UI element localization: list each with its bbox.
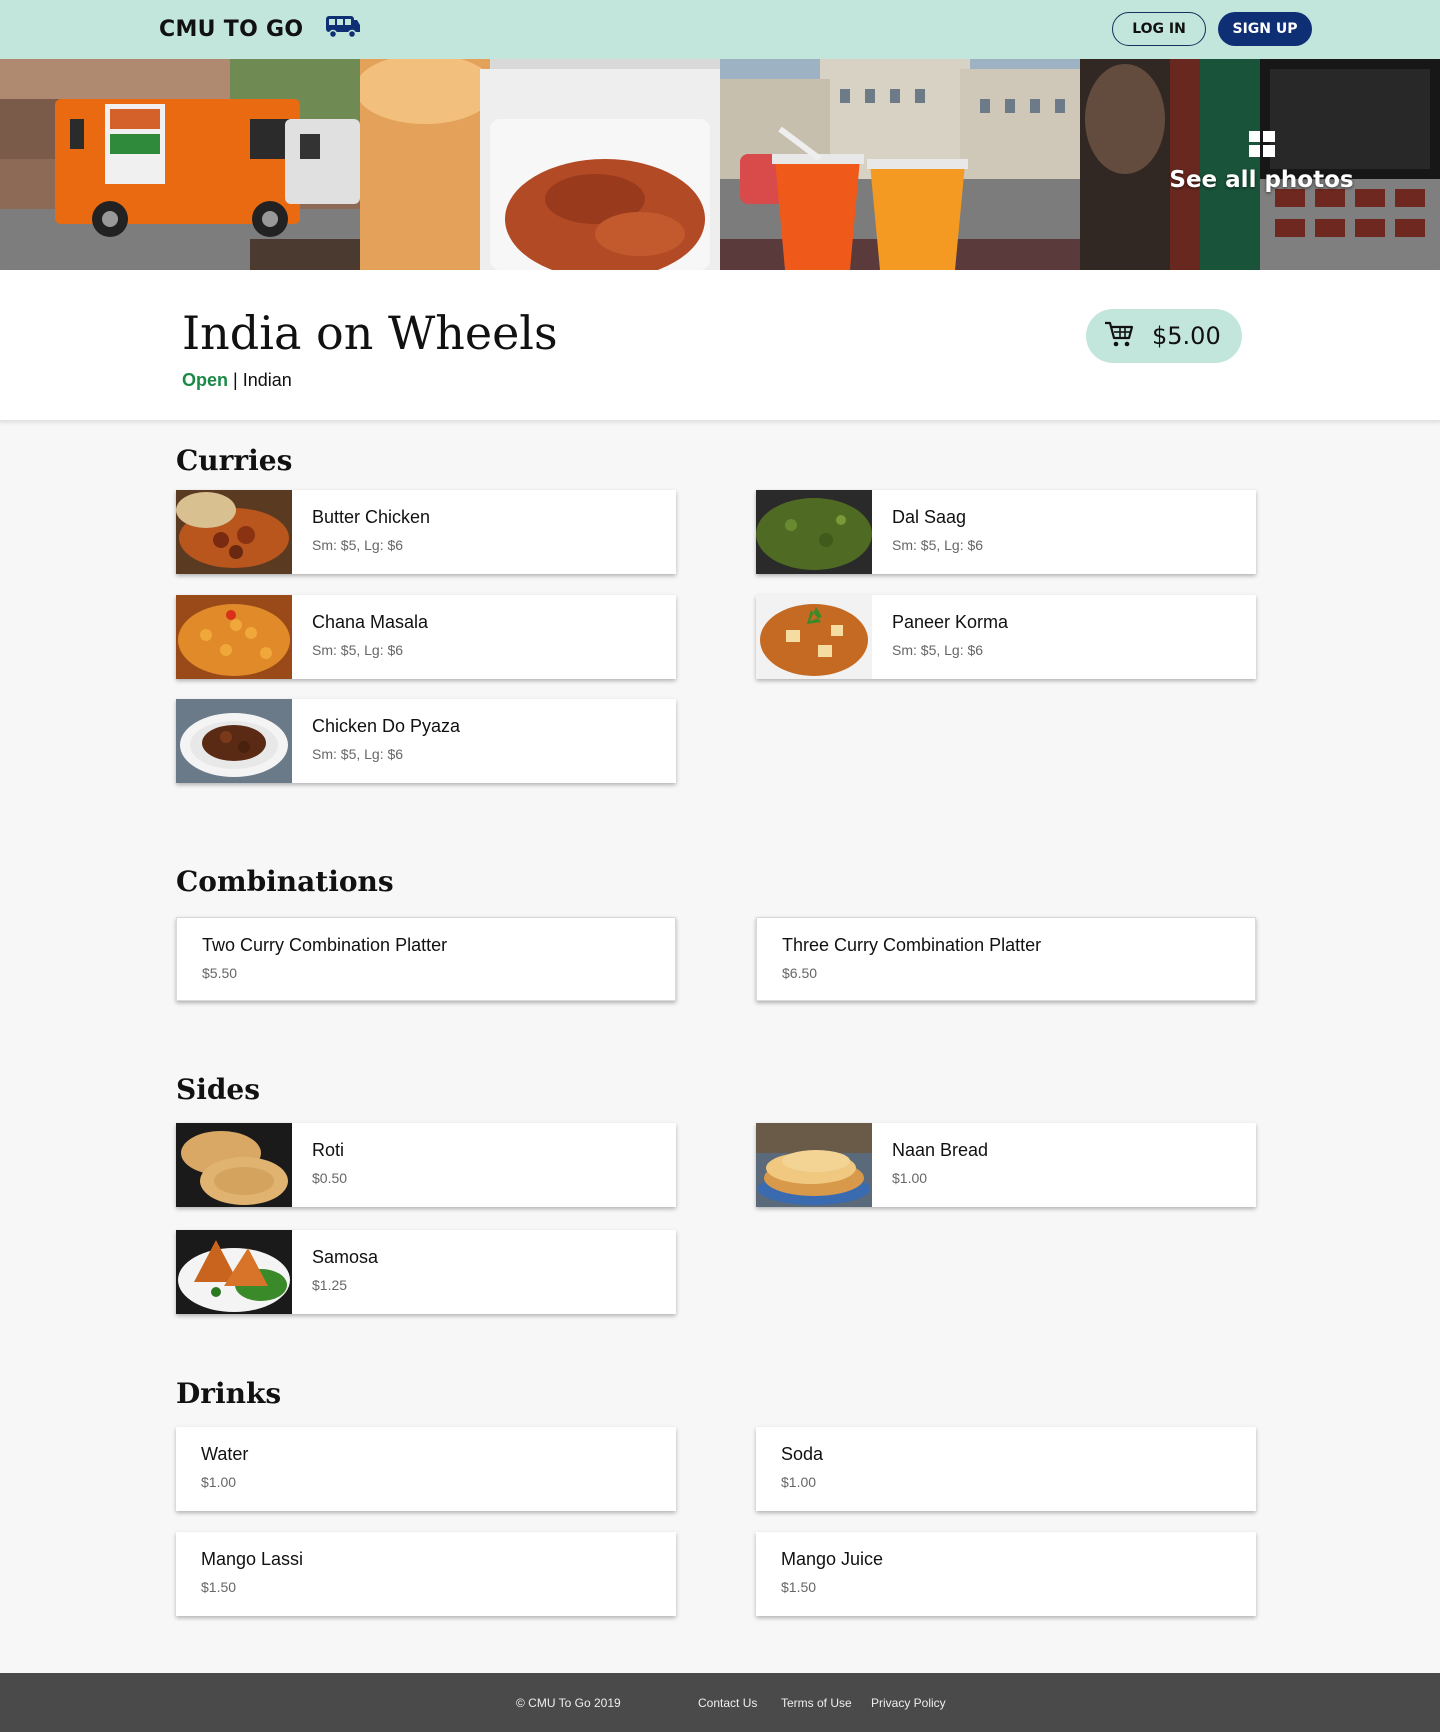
item-image [756,490,872,574]
item-body: Chicken Do Pyaza Sm: $5, Lg: $6 [292,699,460,783]
item-name: Butter Chicken [312,507,431,527]
menu-item-naan-bread[interactable]: Naan Bread $1.00 [756,1123,1256,1207]
item-name: Dal Saag [892,507,967,527]
menu-item-two-curry-platter[interactable]: Two Curry Combination Platter $5.50 [176,917,676,1001]
item-body: Three Curry Combination Platter $6.50 [757,918,1041,1000]
footer-privacy-link[interactable]: Privacy Policy [871,1696,946,1710]
meta-separator: | [233,370,238,390]
cart-total: $5.00 [1152,322,1221,350]
item-price: Sm: $5, Lg: $6 [312,537,404,553]
menu-item-paneer-korma[interactable]: Paneer Korma Sm: $5, Lg: $6 [756,595,1256,679]
cuisine-label: Indian [242,370,292,390]
item-name: Paneer Korma [892,612,1009,632]
item-body: Roti $0.50 [292,1123,347,1207]
footer-terms-link[interactable]: Terms of Use [781,1696,852,1710]
gallery-photo-menu-board[interactable]: See all photos [1080,59,1440,270]
gallery-photo-drinks[interactable] [720,59,1080,270]
item-body: Butter Chicken Sm: $5, Lg: $6 [292,490,430,574]
item-name: Samosa [312,1247,379,1267]
gallery-photo-truck[interactable] [0,59,360,270]
item-price: $1.50 [201,1579,237,1595]
brand-name[interactable]: CMU TO GO [159,17,303,42]
gallery-photo-food[interactable] [360,59,720,270]
item-price: $6.50 [782,965,818,981]
status-badge: Open [182,370,229,390]
see-all-photos-label: See all photos [1169,166,1354,193]
item-name: Two Curry Combination Platter [202,935,448,955]
footer-contact-link[interactable]: Contact Us [698,1696,757,1710]
menu-item-dal-saag[interactable]: Dal Saag Sm: $5, Lg: $6 [756,490,1256,574]
item-image [176,595,292,679]
item-name: Naan Bread [892,1140,989,1160]
grid-icon [1248,130,1275,157]
menu-item-water[interactable]: Water $1.00 [176,1427,676,1511]
item-body: Mango Juice $1.50 [756,1532,883,1616]
item-price: $1.00 [781,1474,817,1490]
item-image [176,699,292,783]
item-image [176,1230,292,1314]
menu-item-soda[interactable]: Soda $1.00 [756,1427,1256,1511]
item-price: $1.00 [892,1170,928,1186]
item-body: Soda $1.00 [756,1427,823,1511]
menu-item-roti[interactable]: Roti $0.50 [176,1123,676,1207]
item-name: Soda [781,1444,824,1464]
item-image [176,490,292,574]
section-title-sides: Sides [176,1073,261,1106]
section-title-drinks: Drinks [176,1377,282,1410]
navbar: CMU TO GO LOG IN SIGN UP [0,0,1440,59]
item-price: $5.50 [202,965,238,981]
login-button[interactable]: LOG IN [1112,12,1206,46]
menu-item-three-curry-platter[interactable]: Three Curry Combination Platter $6.50 [756,917,1256,1001]
brand[interactable]: CMU TO GO [159,14,361,45]
menu-item-samosa[interactable]: Samosa $1.25 [176,1230,676,1314]
cart-icon [1104,320,1134,353]
item-name: Water [201,1444,249,1464]
item-name: Mango Juice [781,1549,884,1569]
section-title-combinations: Combinations [176,865,394,898]
item-name: Chana Masala [312,612,429,632]
item-body: Water $1.00 [176,1427,248,1511]
item-image [756,1123,872,1207]
menu-item-chicken-do-pyaza[interactable]: Chicken Do Pyaza Sm: $5, Lg: $6 [176,699,676,783]
footer: © CMU To Go 2019 Contact Us Terms of Use… [0,1673,1440,1732]
item-price: Sm: $5, Lg: $6 [892,642,984,658]
item-price: Sm: $5, Lg: $6 [892,537,984,553]
menu-item-mango-juice[interactable]: Mango Juice $1.50 [756,1532,1256,1616]
item-price: $1.50 [781,1579,817,1595]
item-body: Mango Lassi $1.50 [176,1532,303,1616]
item-price: Sm: $5, Lg: $6 [312,642,404,658]
section-title-curries: Curries [176,444,293,477]
truck-meta: Open | Indian [182,370,292,391]
item-body: Two Curry Combination Platter $5.50 [177,918,447,1000]
cart-button[interactable]: $5.00 [1086,309,1242,363]
item-name: Roti [312,1140,345,1160]
item-body: Paneer Korma Sm: $5, Lg: $6 [872,595,1008,679]
item-name: Chicken Do Pyaza [312,716,461,736]
signup-button[interactable]: SIGN UP [1218,12,1312,46]
menu-item-mango-lassi[interactable]: Mango Lassi $1.50 [176,1532,676,1616]
truck-name: India on Wheels [182,306,558,360]
item-name: Mango Lassi [201,1549,304,1569]
item-price: $1.00 [201,1474,237,1490]
menu-item-butter-chicken[interactable]: Butter Chicken Sm: $5, Lg: $6 [176,490,676,574]
item-body: Naan Bread $1.00 [872,1123,988,1207]
see-all-photos-button[interactable]: See all photos [1080,59,1440,270]
item-price: $1.25 [312,1277,348,1293]
truck-header: India on Wheels Open | Indian $5.00 [0,270,1440,422]
item-body: Dal Saag Sm: $5, Lg: $6 [872,490,983,574]
photo-gallery: See all photos [0,59,1440,270]
item-body: Samosa $1.25 [292,1230,378,1314]
footer-copyright: © CMU To Go 2019 [516,1696,621,1710]
nav-actions: LOG IN SIGN UP [1112,12,1312,46]
item-image [756,595,872,679]
truck-icon [325,14,361,45]
item-image [176,1123,292,1207]
item-name: Three Curry Combination Platter [782,935,1042,955]
item-body: Chana Masala Sm: $5, Lg: $6 [292,595,428,679]
item-price: Sm: $5, Lg: $6 [312,746,404,762]
item-price: $0.50 [312,1170,348,1186]
menu-item-chana-masala[interactable]: Chana Masala Sm: $5, Lg: $6 [176,595,676,679]
